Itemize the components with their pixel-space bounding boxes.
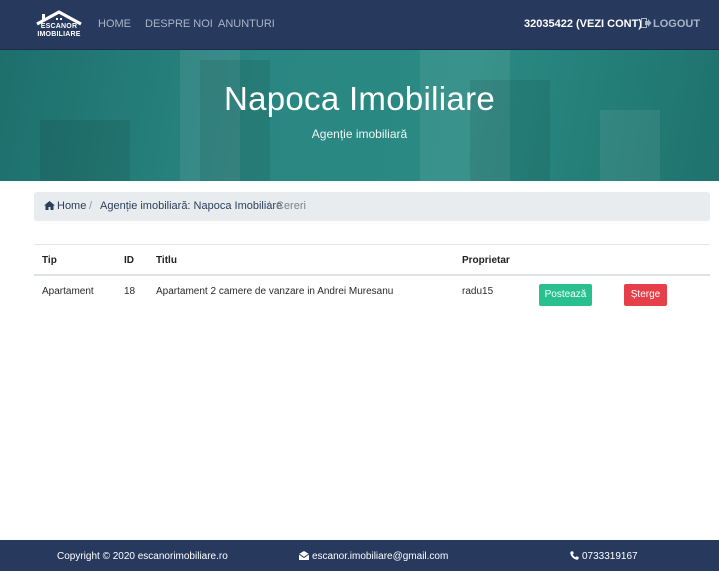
top-navbar: ESCANOR IMOBILIARE HOME DESPRE NOI ANUNT… <box>0 0 719 50</box>
hero-building-shape <box>200 60 270 181</box>
sign-out-icon <box>641 18 652 28</box>
delete-button[interactable]: Șterge <box>624 284 667 306</box>
column-header-proprietar: Proprietar <box>462 255 510 266</box>
breadcrumb-separator: / <box>89 200 93 212</box>
hero-building-shape <box>600 110 660 181</box>
logo-text: ESCANOR IMOBILIARE <box>37 23 81 38</box>
breadcrumb: Home / Agenție imobiliară: Napoca Imobil… <box>34 192 710 221</box>
page-subtitle: Agenție imobiliară <box>311 127 408 141</box>
logout-link[interactable]: LOGOUT <box>641 18 700 30</box>
cell-tip: Apartament <box>42 286 94 297</box>
footer-email[interactable]: escanor.imobiliare@gmail.com <box>298 551 449 562</box>
nav-despre-noi-link[interactable]: DESPRE NOI <box>145 18 213 30</box>
breadcrumb-current: Cereri <box>276 200 306 212</box>
footer: Copyright © 2020 escanorimobiliare.ro es… <box>0 540 719 571</box>
footer-phone-text: 0733319167 <box>582 551 638 562</box>
cell-proprietar: radu15 <box>462 286 494 297</box>
post-button[interactable]: Postează <box>539 284 592 306</box>
logout-label: LOGOUT <box>653 18 701 30</box>
table-top-border <box>34 244 710 245</box>
page-title: Napoca Imobiliare <box>223 80 496 117</box>
hero-banner: Napoca Imobiliare Agenție imobiliară <box>0 50 719 181</box>
breadcrumb-home-label: Home <box>57 200 87 212</box>
envelope-icon <box>298 551 310 560</box>
nav-anunturi-link[interactable]: ANUNTURI <box>218 18 275 30</box>
nav-home-link[interactable]: HOME <box>98 18 131 30</box>
table-header-divider <box>34 274 710 276</box>
home-icon <box>44 201 55 210</box>
account-link[interactable]: 32035422 (VEZI CONT) <box>524 18 642 30</box>
breadcrumb-agency-link[interactable]: Agenție imobiliară: Napoca Imobiliare <box>100 200 282 212</box>
footer-copyright: Copyright © 2020 escanorimobiliare.ro <box>57 551 228 562</box>
footer-email-text: escanor.imobiliare@gmail.com <box>312 551 449 562</box>
cell-titlu: Apartament 2 camere de vanzare in Andrei… <box>156 286 394 297</box>
brand-logo[interactable]: ESCANOR IMOBILIARE <box>34 9 84 43</box>
phone-icon <box>570 551 579 560</box>
breadcrumb-separator: / <box>267 200 271 212</box>
column-header-titlu: Titlu <box>156 255 177 266</box>
cell-id: 18 <box>124 286 136 297</box>
column-header-id: ID <box>124 255 134 266</box>
footer-phone[interactable]: 0733319167 <box>570 551 638 562</box>
breadcrumb-home-link[interactable]: Home <box>44 200 86 212</box>
column-header-tip: Tip <box>42 255 57 266</box>
